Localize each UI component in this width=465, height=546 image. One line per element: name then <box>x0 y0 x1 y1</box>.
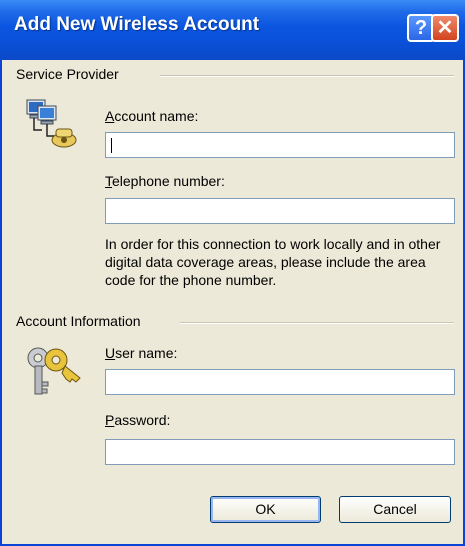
service-provider-divider <box>160 75 454 77</box>
user-name-input[interactable] <box>105 369 455 395</box>
password-label: Password: <box>105 412 171 428</box>
account-information-divider <box>180 322 454 324</box>
account-name-input[interactable] <box>105 132 455 158</box>
user-name-label: User name: <box>105 345 178 361</box>
cancel-button[interactable]: Cancel <box>339 496 451 523</box>
network-computers-phone-icon <box>26 99 77 148</box>
telephone-number-input[interactable] <box>105 198 455 224</box>
window-title: Add New Wireless Account <box>14 14 260 35</box>
add-wireless-account-dialog: Add New Wireless Account ? ✕ Service Pro… <box>0 0 465 546</box>
ok-button[interactable]: OK <box>210 496 321 523</box>
account-name-label: Account name: <box>105 108 199 124</box>
password-input[interactable] <box>105 439 455 465</box>
service-provider-heading: Service Provider <box>16 66 119 82</box>
close-button[interactable]: ✕ <box>431 14 459 42</box>
keys-icon <box>27 347 81 395</box>
telephone-number-label: Telephone number: <box>105 173 225 189</box>
account-information-heading: Account Information <box>16 313 141 329</box>
area-code-info-text: In order for this connection to work loc… <box>105 236 441 288</box>
text-caret <box>111 138 112 153</box>
title-bar[interactable]: Add New Wireless Account ? ✕ <box>0 0 465 60</box>
